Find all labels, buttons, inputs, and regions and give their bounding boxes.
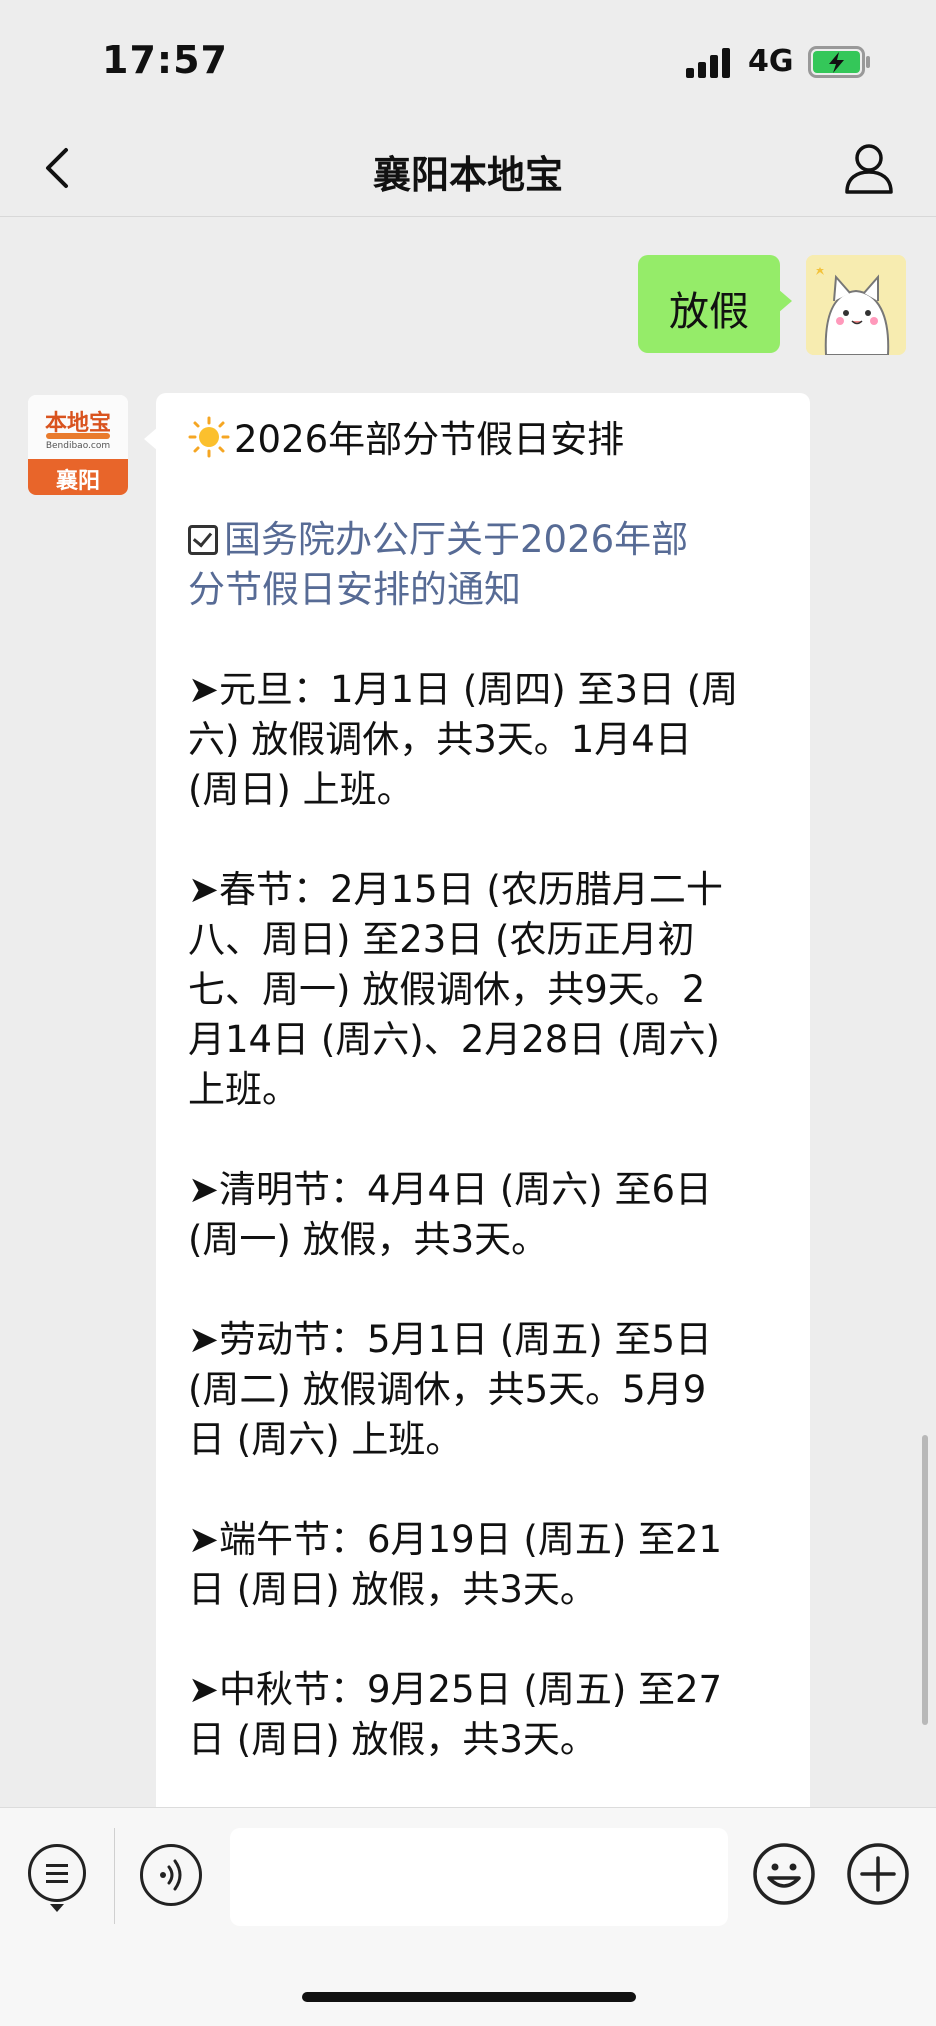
- divider: [114, 1828, 115, 1924]
- message-line: ➤春节：2月15日 (农历腊月二十: [188, 868, 723, 911]
- home-indicator[interactable]: [302, 1992, 636, 2002]
- signal-icon: [686, 48, 732, 78]
- voice-icon[interactable]: [140, 1844, 202, 1906]
- message-line: ➤端午节：6月19日 (周五) 至21: [188, 1518, 723, 1561]
- message-line: 七、周一) 放假调休，共9天。2: [188, 968, 706, 1011]
- message-line: ➤劳动节：5月1日 (周五) 至5日: [188, 1318, 713, 1361]
- menu-caret-icon: [50, 1904, 64, 1912]
- bot-message-bubble[interactable]: 2026年部分节假日安排 国务院办公厅关于2026年部 分节假日安排的通知 ➤元…: [144, 393, 810, 1807]
- message-line: 上班。: [188, 1068, 299, 1111]
- scrollbar[interactable]: [922, 1435, 928, 1725]
- message-line: 日 (周六) 上班。: [188, 1418, 463, 1461]
- message-line: 日 (周日) 放假，共3天。: [188, 1718, 597, 1761]
- nav-bar: 襄阳本地宝: [0, 120, 936, 217]
- input-bar: [0, 1807, 936, 2026]
- list-menu-icon[interactable]: [28, 1844, 86, 1902]
- emoji-icon[interactable]: [752, 1842, 816, 1906]
- message-input[interactable]: [230, 1828, 728, 1926]
- notice-link-cont[interactable]: 分节假日安排的通知: [188, 565, 788, 615]
- user-message-bubble[interactable]: 放假: [638, 255, 792, 353]
- status-bar: 17:57 4G: [0, 0, 936, 120]
- message-line: (周二) 放假调休，共5天。5月9: [188, 1368, 707, 1411]
- message-line: (周一) 放假，共3天。: [188, 1218, 549, 1261]
- notice-link[interactable]: 国务院办公厅关于2026年部: [188, 515, 788, 565]
- cat-sticker-icon: [806, 255, 906, 355]
- user-message-text: 放假: [669, 289, 749, 335]
- message-line: 六) 放假调休，共3天。1月4日: [188, 718, 692, 761]
- plus-icon[interactable]: [846, 1842, 910, 1906]
- message-line: (周日) 上班。: [188, 768, 414, 811]
- message-line: ➤清明节：4月4日 (周六) 至6日: [188, 1168, 713, 1211]
- bot-message-text: 2026年部分节假日安排 国务院办公厅关于2026年部 分节假日安排的通知 ➤元…: [188, 415, 788, 1765]
- message-line: 月14日 (周六)、2月28日 (周六): [188, 1018, 720, 1061]
- user-avatar[interactable]: [806, 255, 906, 355]
- chat-area[interactable]: 放假 本地宝 Bendibao.com 襄阳 2026年部分节假日安排 国务院办…: [0, 217, 936, 1807]
- message-line: ➤中秋节：9月25日 (周五) 至27: [188, 1668, 723, 1711]
- bot-city-label: 襄阳: [55, 469, 100, 494]
- bot-brand-url: Bendibao.com: [45, 441, 111, 451]
- checkbox-icon: [188, 525, 218, 555]
- network-type: 4G: [748, 44, 794, 79]
- sun-icon: [188, 416, 230, 458]
- message-line: ➤元旦：1月1日 (周四) 至3日 (周: [188, 668, 739, 711]
- bot-avatar[interactable]: 本地宝 Bendibao.com 襄阳: [28, 395, 128, 495]
- person-icon[interactable]: [842, 140, 896, 196]
- page-title: 襄阳本地宝: [372, 153, 563, 197]
- message-line: 八、周日) 至23日 (农历正月初: [188, 918, 695, 961]
- message-line: 日 (周日) 放假，共3天。: [188, 1568, 597, 1611]
- message-line: 2026年部分节假日安排: [188, 415, 788, 465]
- battery-icon: [808, 46, 870, 78]
- status-time: 17:57: [102, 38, 228, 82]
